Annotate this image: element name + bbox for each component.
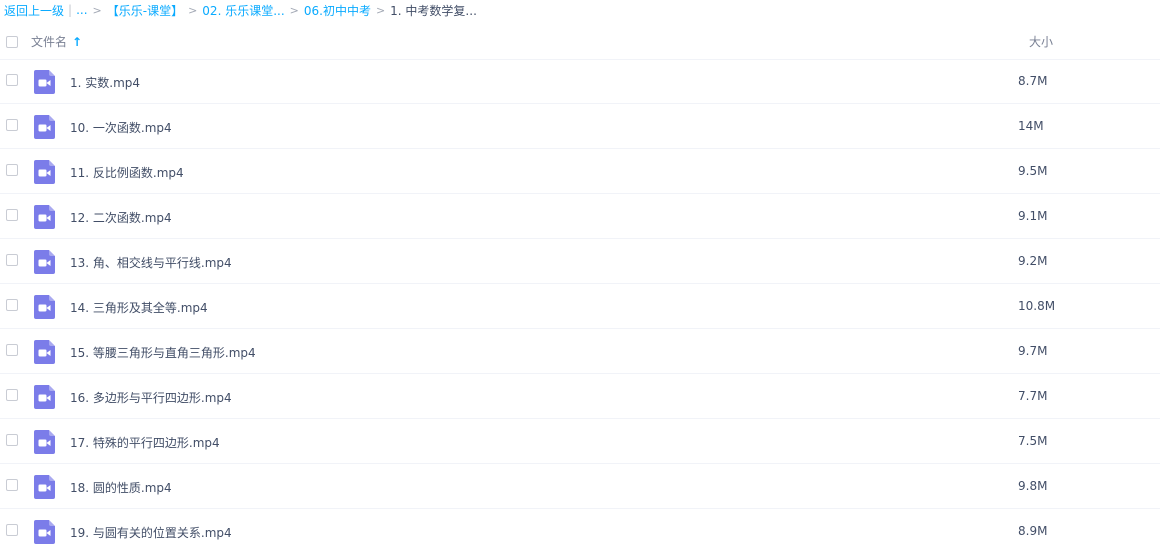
- file-name[interactable]: 1. 实数.mp4: [70, 74, 140, 91]
- file-row[interactable]: 10. 一次函数.mp4 14M: [0, 104, 1160, 149]
- breadcrumb-current: 1. 中考数学复...: [390, 3, 477, 18]
- breadcrumb-divider: |: [68, 3, 73, 17]
- file-size: 8.9M: [1018, 524, 1048, 538]
- breadcrumb-item-3[interactable]: 06.初中中考: [304, 2, 371, 19]
- file-size: 8.7M: [1018, 74, 1048, 88]
- file-row[interactable]: 13. 角、相交线与平行线.mp4 9.2M: [0, 239, 1160, 284]
- file-checkbox[interactable]: [6, 434, 18, 446]
- file-checkbox[interactable]: [6, 389, 18, 401]
- file-name[interactable]: 10. 一次函数.mp4: [70, 119, 172, 136]
- breadcrumb-item-2[interactable]: 02. 乐乐课堂...: [202, 2, 284, 19]
- file-row[interactable]: 1. 实数.mp4 8.7M: [0, 59, 1160, 104]
- file-size: 7.5M: [1018, 434, 1048, 448]
- file-row[interactable]: 11. 反比例函数.mp4 9.5M: [0, 149, 1160, 194]
- file-name[interactable]: 13. 角、相交线与平行线.mp4: [70, 254, 232, 271]
- video-file-icon: [34, 115, 55, 139]
- file-checkbox[interactable]: [6, 344, 18, 356]
- video-file-icon: [34, 340, 55, 364]
- file-row[interactable]: 17. 特殊的平行四边形.mp4 7.5M: [0, 419, 1160, 464]
- file-list: 1. 实数.mp4 8.7M 10. 一次函数.mp4 14M 11. 反比例函…: [0, 59, 1160, 545]
- video-file-icon: [34, 475, 55, 499]
- file-row[interactable]: 16. 多边形与平行四边形.mp4 7.7M: [0, 374, 1160, 419]
- chevron-right-icon: >: [375, 3, 386, 17]
- chevron-right-icon: >: [289, 3, 299, 17]
- file-row[interactable]: 15. 等腰三角形与直角三角形.mp4 9.7M: [0, 329, 1160, 374]
- name-column-label: 文件名: [31, 35, 68, 49]
- video-file-icon: [34, 295, 55, 319]
- select-all-checkbox[interactable]: [6, 36, 18, 48]
- file-name[interactable]: 11. 反比例函数.mp4: [70, 164, 184, 181]
- file-checkbox[interactable]: [6, 74, 18, 86]
- file-size: 10.8M: [1018, 299, 1056, 313]
- file-browser: 返回上一级 | ... > 【乐乐-课堂】 > 02. 乐乐课堂... > 06…: [0, 0, 1160, 545]
- breadcrumb: 返回上一级 | ... > 【乐乐-课堂】 > 02. 乐乐课堂... > 06…: [4, 0, 477, 20]
- file-checkbox[interactable]: [6, 164, 18, 176]
- file-size: 9.2M: [1018, 254, 1048, 268]
- video-file-icon: [34, 520, 55, 544]
- file-checkbox[interactable]: [6, 254, 18, 266]
- video-file-icon: [34, 385, 55, 409]
- file-name[interactable]: 14. 三角形及其全等.mp4: [70, 299, 208, 316]
- file-checkbox[interactable]: [6, 299, 18, 311]
- file-size: 7.7M: [1018, 389, 1048, 403]
- file-name[interactable]: 19. 与圆有关的位置关系.mp4: [70, 524, 232, 541]
- file-size: 14M: [1018, 119, 1044, 133]
- file-size: 9.5M: [1018, 164, 1048, 178]
- file-row[interactable]: 19. 与圆有关的位置关系.mp4 8.9M: [0, 509, 1160, 545]
- file-name[interactable]: 17. 特殊的平行四边形.mp4: [70, 434, 220, 451]
- file-size: 9.7M: [1018, 344, 1048, 358]
- breadcrumb-ellipsis[interactable]: ...: [76, 3, 87, 17]
- file-size: 9.8M: [1018, 479, 1048, 493]
- file-checkbox[interactable]: [6, 209, 18, 221]
- arrow-up-icon: ↑: [72, 34, 83, 49]
- file-row[interactable]: 12. 二次函数.mp4 9.1M: [0, 194, 1160, 239]
- video-file-icon: [34, 430, 55, 454]
- back-link[interactable]: 返回上一级: [4, 2, 64, 19]
- breadcrumb-item-1[interactable]: 【乐乐-课堂】: [107, 2, 183, 19]
- size-column-header[interactable]: 大小: [1029, 33, 1053, 50]
- name-column-header[interactable]: 文件名 ↑: [31, 33, 82, 50]
- file-row[interactable]: 14. 三角形及其全等.mp4 10.8M: [0, 284, 1160, 329]
- list-header: 文件名 ↑ 大小: [0, 21, 1160, 60]
- file-checkbox[interactable]: [6, 524, 18, 536]
- file-size: 9.1M: [1018, 209, 1048, 223]
- video-file-icon: [34, 160, 55, 184]
- video-file-icon: [34, 70, 55, 94]
- file-row[interactable]: 18. 圆的性质.mp4 9.8M: [0, 464, 1160, 509]
- file-name[interactable]: 12. 二次函数.mp4: [70, 209, 172, 226]
- file-checkbox[interactable]: [6, 119, 18, 131]
- file-name[interactable]: 16. 多边形与平行四边形.mp4: [70, 389, 232, 406]
- chevron-right-icon: >: [92, 3, 102, 17]
- video-file-icon: [34, 250, 55, 274]
- file-name[interactable]: 15. 等腰三角形与直角三角形.mp4: [70, 344, 256, 361]
- file-name[interactable]: 18. 圆的性质.mp4: [70, 479, 172, 496]
- video-file-icon: [34, 205, 55, 229]
- chevron-right-icon: >: [188, 3, 198, 17]
- file-checkbox[interactable]: [6, 479, 18, 491]
